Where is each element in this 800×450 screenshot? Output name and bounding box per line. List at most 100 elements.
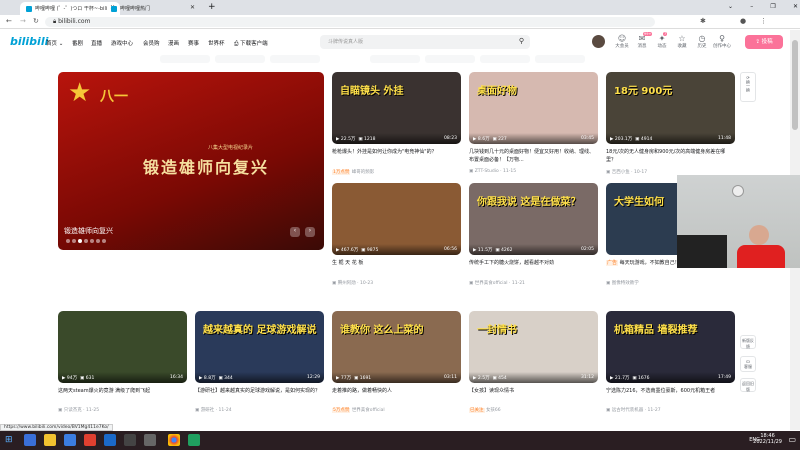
- menu-icon[interactable]: ⋮: [760, 17, 767, 25]
- featured-banner[interactable]: ★ 八一 八集大型电视纪录片 锻造雄师向复兴 锻造雄师向复兴 ‹ ›: [58, 72, 324, 250]
- header-creator-center-button[interactable]: ♀ 创作中心: [712, 35, 732, 50]
- carousel-dot[interactable]: [84, 239, 88, 243]
- search-input[interactable]: 斗牌传说真人版 ⚲: [320, 35, 530, 49]
- windows-start-icon[interactable]: ⊞: [5, 435, 13, 445]
- video-title[interactable]: 生 栀 天 花 板: [332, 259, 461, 267]
- video-thumbnail[interactable]: 18元 900元 ▶︎ 203.1万 ▣ 4914 11:48: [606, 72, 735, 144]
- restore-button[interactable]: ❐: [770, 3, 775, 10]
- video-meta[interactable]: ▣ 只读杰克 · 11-25: [58, 407, 99, 413]
- clock[interactable]: 18:46 2022/11/29: [753, 433, 782, 445]
- reload-icon[interactable]: ↻: [33, 17, 39, 25]
- nav-live[interactable]: 直播: [91, 39, 102, 47]
- feedback-button[interactable]: 新版反馈: [740, 335, 756, 349]
- video-card[interactable]: 一封情书 ▶︎ 2.5万 ▣ 454 31:12 【女孩】读现众情书 已关注 女孩66: [469, 311, 598, 416]
- steam-icon[interactable]: [124, 434, 136, 446]
- tab-search-button[interactable]: ⌄: [728, 3, 733, 10]
- refresh-feed-button[interactable]: ⟳ 换一换: [740, 72, 756, 102]
- app-icon[interactable]: [144, 434, 156, 446]
- app-icon[interactable]: [64, 434, 76, 446]
- video-title[interactable]: 这两天steam爆火的竟游 满级了爬到飞起: [58, 387, 187, 395]
- video-meta[interactable]: ▣ 游研社 · 11-24: [195, 407, 232, 413]
- video-card[interactable]: 谁教你 这么上菜的 ▶︎ 77万 ▣ 1691 03:11 走着推的路，做着畅快的人 5…: [332, 311, 461, 416]
- profile-icon[interactable]: ●: [740, 17, 746, 25]
- video-title[interactable]: 走着推的路，做着畅快的人: [332, 387, 461, 395]
- carousel-dot[interactable]: [90, 239, 94, 243]
- video-meta[interactable]: ▣ ZTT-Studio · 11-15: [469, 169, 516, 174]
- nav-game-center[interactable]: 游戏中心: [111, 39, 133, 47]
- header-messages-button[interactable]: ✉ 消息 99+: [632, 32, 653, 49]
- video-title[interactable]: 18元/次的无人健身房和900元/次的高端健身房差在哪里？: [606, 148, 735, 164]
- carousel-dot[interactable]: [102, 239, 106, 243]
- video-meta[interactable]: ▣ 吉西小鱼 · 10-17: [606, 169, 647, 175]
- chrome-icon[interactable]: [168, 434, 180, 446]
- carousel-dot[interactable]: [96, 239, 100, 243]
- category-chip[interactable]: [215, 55, 265, 63]
- video-title[interactable]: 宁选陈力216，不选南墨位豪斯，600元机箱王者: [606, 387, 735, 395]
- video-title[interactable]: 【游研社】越来越真实的足球游戏解说，是如何实现的？: [195, 387, 324, 395]
- back-to-old-button[interactable]: 返回旧版: [740, 378, 756, 392]
- video-card[interactable]: 你跟我说 这是在做菜？ ▶︎ 11.5万 ▣ 4262 02:05 传统手工下的糖火烧…: [469, 183, 598, 288]
- video-meta[interactable]: 已关注 女孩66: [469, 407, 501, 413]
- video-thumbnail[interactable]: 越来越真的 足球游戏解说 ▶︎ 8.8万 ▣ 344 12:29: [195, 311, 324, 383]
- video-card[interactable]: 桌面好物 ▶︎ 8.6万 ▣ 227 03:45 几块钱到几十元的桌面好物！便宜又好用…: [469, 72, 598, 177]
- video-meta[interactable]: ▣ 远古时代装机器 · 11-27: [606, 407, 661, 413]
- scrollbar-thumb[interactable]: [792, 40, 798, 130]
- minimize-button[interactable]: –: [750, 3, 753, 10]
- video-meta[interactable]: ▣ 图像特效教学: [606, 280, 639, 286]
- nav-home[interactable]: 首页 ⌄: [46, 39, 63, 47]
- nav-world-cup[interactable]: 世界杯: [208, 39, 225, 47]
- video-card[interactable]: 自瞄镜头 外挂 ▶︎ 22.5万 ▣ 1218 08:23 枪枪爆头！外挂是如何让你成…: [332, 72, 461, 177]
- support-button[interactable]: ☊ 客服: [740, 356, 756, 372]
- category-chip[interactable]: [480, 55, 530, 63]
- back-icon[interactable]: ←: [6, 17, 12, 25]
- video-thumbnail[interactable]: 谁教你 这么上菜的 ▶︎ 77万 ▣ 1691 03:11: [332, 311, 461, 383]
- video-thumbnail[interactable]: 自瞄镜头 外挂 ▶︎ 22.5万 ▣ 1218 08:23: [332, 72, 461, 144]
- video-card[interactable]: 越来越真的 足球游戏解说 ▶︎ 8.8万 ▣ 344 12:29 【游研社】越来越真实…: [195, 311, 324, 416]
- video-meta[interactable]: 5万点赞 世界美食official: [332, 407, 385, 413]
- nav-esports[interactable]: 赛事: [188, 39, 199, 47]
- bilibili-logo[interactable]: bilibili: [10, 35, 48, 48]
- category-chip[interactable]: [535, 55, 585, 63]
- forward-icon[interactable]: →: [20, 17, 26, 25]
- next-slide-button[interactable]: ›: [305, 227, 315, 237]
- extensions-icon[interactable]: ✱: [700, 17, 706, 25]
- carousel-dot[interactable]: [78, 239, 82, 243]
- video-thumbnail[interactable]: ▶︎ 467.6万 ▣ 9875 06:56: [332, 183, 461, 255]
- video-meta[interactable]: 1万点赞 峰哥的频影: [332, 169, 374, 175]
- search-icon[interactable]: ⚲: [519, 37, 524, 45]
- edge-app-icon[interactable]: [24, 434, 36, 446]
- video-meta[interactable]: ▣ 世界美食official · 11-21: [469, 280, 525, 286]
- video-card[interactable]: ▶︎ 94万 ▣ 631 16:34 这两天steam爆火的竟游 满级了爬到飞起 ▣ …: [58, 311, 187, 416]
- app-icon[interactable]: [188, 434, 200, 446]
- video-thumbnail[interactable]: ▶︎ 94万 ▣ 631 16:34: [58, 311, 187, 383]
- carousel-dot[interactable]: [66, 239, 70, 243]
- video-card[interactable]: 机箱精品 墙裂推荐 ▶︎ 21.7万 ▣ 1676 17:49 宁选陈力216，不选南…: [606, 311, 735, 416]
- close-icon[interactable]: ✕: [190, 4, 195, 11]
- header-history-button[interactable]: ◷ 历史: [692, 35, 712, 50]
- video-thumbnail[interactable]: 你跟我说 这是在做菜？ ▶︎ 11.5万 ▣ 4262 02:05: [469, 183, 598, 255]
- category-chip[interactable]: [160, 55, 210, 63]
- video-card[interactable]: 18元 900元 ▶︎ 203.1万 ▣ 4914 11:48 18元/次的无人健身房…: [606, 72, 735, 177]
- video-card[interactable]: ▶︎ 467.6万 ▣ 9875 06:56 生 栀 天 花 板 ▣ 腾州阿勋 · 1…: [332, 183, 461, 288]
- header-favorites-button[interactable]: ☆ 收藏: [672, 35, 692, 50]
- app-icon[interactable]: [104, 434, 116, 446]
- header-dynamics-button[interactable]: ✦ 动态 7: [652, 32, 672, 49]
- upload-button[interactable]: ⇪ 投稿: [745, 35, 783, 49]
- video-title[interactable]: 枪枪爆头！外挂是如何让你成为"电竞神仙"的？: [332, 148, 461, 156]
- category-chip[interactable]: [425, 55, 475, 63]
- prev-slide-button[interactable]: ‹: [290, 227, 300, 237]
- avatar[interactable]: [592, 35, 605, 48]
- video-thumbnail[interactable]: 机箱精品 墙裂推荐 ▶︎ 21.7万 ▣ 1676 17:49: [606, 311, 735, 383]
- carousel-dot[interactable]: [72, 239, 76, 243]
- nav-download-client[interactable]: ⎙ 下载客户端: [234, 39, 268, 48]
- video-title[interactable]: 【女孩】读现众情书: [469, 387, 598, 395]
- category-chip[interactable]: [370, 55, 420, 63]
- app-icon[interactable]: [84, 434, 96, 446]
- video-thumbnail[interactable]: 一封情书 ▶︎ 2.5万 ▣ 454 31:12: [469, 311, 598, 383]
- category-chip[interactable]: [270, 55, 320, 63]
- tab-bilibili-hot[interactable]: 哔哩哔哩热门 ✕: [105, 2, 200, 15]
- nav-manga[interactable]: 漫画: [168, 39, 179, 47]
- nav-mall[interactable]: 会员购: [143, 39, 160, 47]
- video-title[interactable]: 传统手工下的糖火烧饼，越看越不对劲: [469, 259, 598, 267]
- new-tab-button[interactable]: +: [208, 2, 216, 12]
